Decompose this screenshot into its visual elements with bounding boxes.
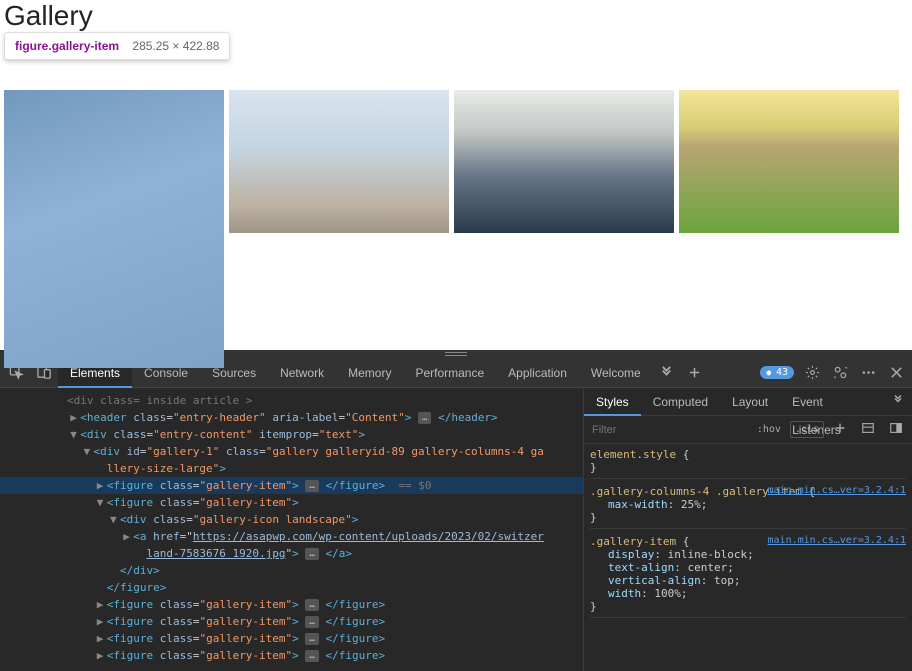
tree-node[interactable]: ▼<div class="entry-content" itemprop="te…: [0, 426, 583, 443]
styles-tab-computed[interactable]: Computed: [641, 388, 720, 416]
tree-node[interactable]: ▶<figure class="gallery-item"> … </figur…: [0, 647, 583, 664]
tree-node[interactable]: ▶<figure class="gallery-item"> … </figur…: [0, 477, 583, 494]
devtools-body: <div class= inside article > ▶<header cl…: [0, 388, 912, 671]
rule-source-link[interactable]: main.min.cs…ver=3.2.4:1: [768, 535, 906, 546]
styles-filter-input[interactable]: [588, 422, 748, 438]
elements-tree[interactable]: <div class= inside article > ▶<header cl…: [0, 388, 584, 671]
styles-tab-layout[interactable]: Layout: [720, 388, 780, 416]
css-rule[interactable]: main.min.cs…ver=3.2.4:1.gallery-columns-…: [590, 485, 906, 529]
css-rule[interactable]: element.style {}: [590, 448, 906, 479]
devtools: Elements Console Sources Network Memory …: [0, 358, 912, 671]
gallery-item[interactable]: [229, 90, 449, 368]
tree-node[interactable]: ▼<figure class="gallery-item">: [0, 494, 583, 511]
gallery-thumb[interactable]: [4, 90, 224, 368]
computed-sidebar-icon[interactable]: [856, 418, 880, 441]
styles-tabbar: Styles Computed Layout Event Listeners: [584, 388, 912, 416]
tree-node[interactable]: ▶<figure class="gallery-item"> … </figur…: [0, 630, 583, 647]
gallery-item[interactable]: [454, 90, 674, 368]
gallery-thumb[interactable]: [454, 90, 674, 233]
tooltip-class: .gallery-item: [48, 39, 119, 53]
gallery-thumb[interactable]: [679, 90, 899, 233]
gallery: [0, 90, 912, 368]
styles-panel: Styles Computed Layout Event Listeners :…: [584, 388, 912, 671]
tree-node[interactable]: ▶<figure class="gallery-item"> … </figur…: [0, 613, 583, 630]
tooltip-tag: figure: [15, 39, 48, 53]
tree-node[interactable]: ▶<figure class="gallery-item"> … </figur…: [0, 596, 583, 613]
styles-tab-styles[interactable]: Styles: [584, 388, 641, 416]
tree-node[interactable]: ▶<header class="entry-header" aria-label…: [0, 409, 583, 426]
page-title: Gallery: [0, 0, 912, 32]
gallery-thumb[interactable]: [229, 90, 449, 233]
dock-side-icon[interactable]: [884, 418, 908, 441]
hov-toggle[interactable]: :hov: [752, 421, 786, 438]
css-rule[interactable]: main.min.cs…ver=3.2.4:1.gallery-item {di…: [590, 535, 906, 618]
tooltip-dims: 285.25 × 422.88: [132, 39, 219, 53]
gallery-item[interactable]: [4, 90, 224, 368]
tree-node[interactable]: ▼<div id="gallery-1" class="gallery gall…: [0, 443, 583, 460]
styles-filter-bar: :hov .cls: [584, 416, 912, 444]
tree-node[interactable]: ▶<a href="https://asapwp.com/wp-content/…: [0, 528, 583, 545]
tree-node[interactable]: ▼<div class="gallery-icon landscape">: [0, 511, 583, 528]
styles-tab-event-listeners[interactable]: Event Listeners: [780, 388, 885, 416]
tree-node[interactable]: land-7583676 1920.jpg"> … </a>: [0, 545, 583, 562]
tree-node[interactable]: llery-size-large">: [0, 460, 583, 477]
styles-rules[interactable]: element.style {} main.min.cs…ver=3.2.4:1.…: [584, 444, 912, 671]
new-rule-icon[interactable]: [828, 418, 852, 441]
gallery-item[interactable]: [679, 90, 899, 368]
rule-source-link[interactable]: main.min.cs…ver=3.2.4:1: [768, 485, 906, 496]
cls-toggle[interactable]: .cls: [790, 421, 824, 438]
tree-node[interactable]: </div>: [0, 562, 583, 579]
tree-node[interactable]: </figure>: [0, 579, 583, 596]
inspector-tooltip: figure.gallery-item 285.25 × 422.88: [4, 32, 230, 60]
styles-more-icon[interactable]: [885, 394, 912, 409]
tree-node[interactable]: <div class= inside article >: [0, 392, 583, 409]
page-canvas: Gallery figure.gallery-item 285.25 × 422…: [0, 0, 912, 350]
